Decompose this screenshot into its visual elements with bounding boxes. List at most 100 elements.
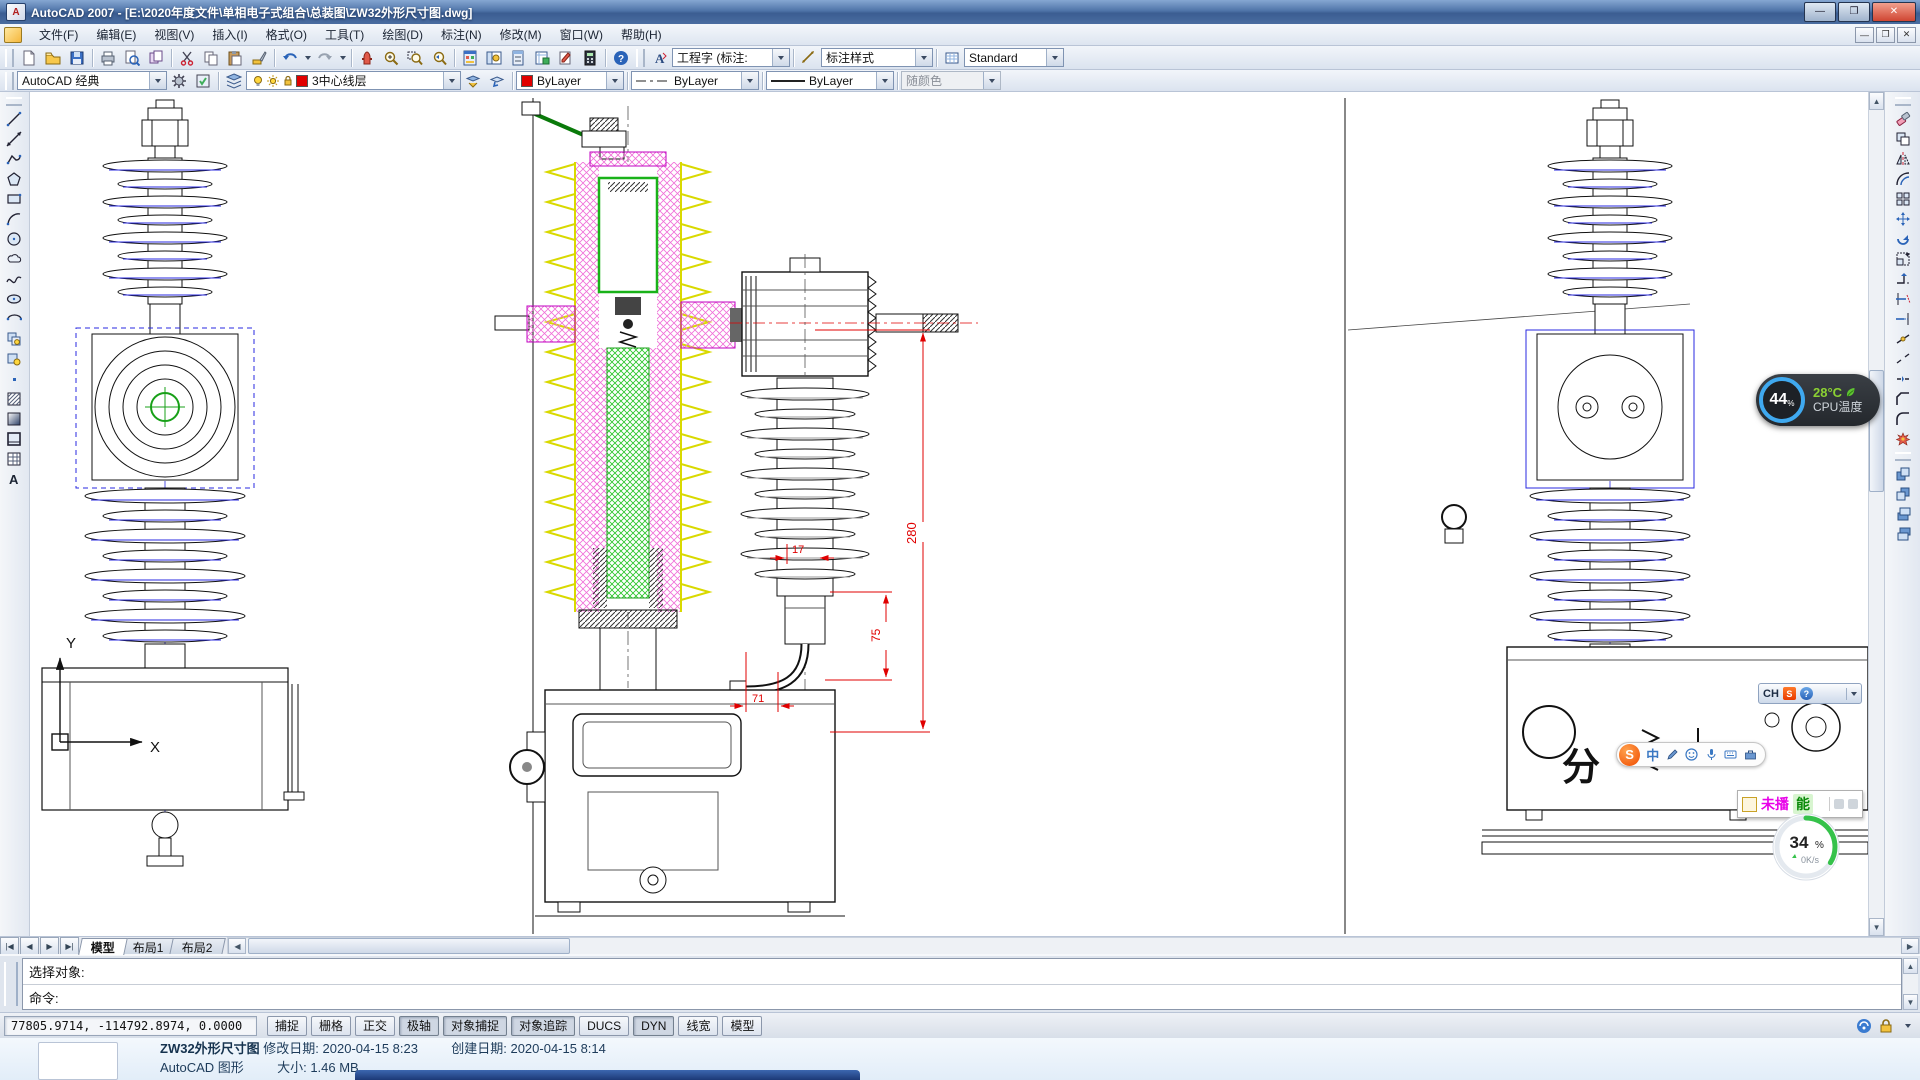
horizontal-scroll-thumb[interactable]	[248, 938, 570, 954]
chamfer-button[interactable]	[1891, 389, 1915, 409]
bring-to-front-button[interactable]	[1891, 464, 1915, 484]
menu-item-format[interactable]: 格式(O)	[257, 24, 316, 45]
horizontal-scrollbar[interactable]: ◀ ▶	[227, 937, 1920, 955]
match-properties-button[interactable]	[247, 46, 271, 69]
ducs-toggle[interactable]: DUCS	[579, 1016, 629, 1036]
send-under-objects-button[interactable]	[1891, 524, 1915, 544]
sogou-ime-toolbar[interactable]: S 中	[1616, 742, 1766, 767]
point-button[interactable]	[2, 369, 26, 389]
candidate-close-icon[interactable]	[1848, 799, 1858, 809]
tab-layout1[interactable]: 布局1	[120, 938, 176, 955]
windows-taskbar[interactable]	[355, 1070, 860, 1080]
polyline-button[interactable]	[2, 149, 26, 169]
ime-pen-icon[interactable]	[1665, 748, 1679, 762]
offset-button[interactable]	[1891, 169, 1915, 189]
ime-candidate-checkbox[interactable]	[1742, 797, 1757, 812]
dyn-toggle[interactable]: DYN	[633, 1016, 674, 1036]
scale-button[interactable]	[1891, 249, 1915, 269]
construction-line-button[interactable]	[2, 129, 26, 149]
mdi-minimize-button[interactable]: —	[1855, 27, 1874, 43]
toolbar-grip[interactable]	[636, 49, 645, 67]
grid-toggle[interactable]: 栅格	[311, 1016, 351, 1036]
circle-button[interactable]	[2, 229, 26, 249]
menu-item-help[interactable]: 帮助(H)	[612, 24, 671, 45]
mirror-button[interactable]	[1891, 149, 1915, 169]
menu-item-draw[interactable]: 绘图(D)	[373, 24, 432, 45]
ime-keyboard-icon[interactable]	[1724, 748, 1738, 762]
toolbar-grip[interactable]	[5, 72, 14, 90]
tab-prev-button[interactable]: ◀	[20, 937, 39, 955]
make-object-layer-current-icon[interactable]	[461, 69, 485, 92]
toolbar-grip[interactable]	[5, 49, 14, 67]
tab-layout2[interactable]: 布局2	[169, 938, 225, 955]
send-to-back-button[interactable]	[1891, 484, 1915, 504]
layer-freeze-sun-icon[interactable]	[266, 74, 279, 87]
ellipse-button[interactable]	[2, 289, 26, 309]
polygon-button[interactable]	[2, 169, 26, 189]
vertical-scrollbar[interactable]: ▲ ▼	[1868, 92, 1885, 936]
line-button[interactable]	[2, 109, 26, 129]
progress-gauge-widget[interactable]: 34 % 0K/s	[1769, 810, 1843, 884]
redo-button[interactable]	[313, 46, 337, 69]
command-scroll-up[interactable]: ▲	[1903, 958, 1918, 974]
erase-button[interactable]	[1891, 109, 1915, 129]
join-button[interactable]	[1891, 369, 1915, 389]
publish-button[interactable]	[144, 46, 168, 69]
close-button[interactable]: ✕	[1872, 2, 1916, 22]
layer-properties-manager-icon[interactable]	[222, 69, 246, 92]
drawing-canvas[interactable]: Y X	[30, 92, 1868, 936]
menu-item-dimension[interactable]: 标注(N)	[432, 24, 491, 45]
workspace-combo[interactable]: AutoCAD 经典	[17, 71, 167, 90]
copy-object-button[interactable]	[1891, 129, 1915, 149]
restore-button[interactable]: ❐	[1838, 2, 1870, 22]
fillet-button[interactable]	[1891, 409, 1915, 429]
multiline-text-button[interactable]: A	[2, 469, 26, 489]
undo-button[interactable]	[278, 46, 302, 69]
help-button[interactable]: ?	[609, 46, 633, 69]
tab-first-button[interactable]: |◀	[0, 937, 19, 955]
make-block-button[interactable]	[2, 349, 26, 369]
move-button[interactable]	[1891, 209, 1915, 229]
gradient-button[interactable]	[2, 409, 26, 429]
model-space-toggle[interactable]: 模型	[722, 1016, 762, 1036]
command-window-grip[interactable]	[4, 962, 18, 1006]
layer-previous-icon[interactable]	[485, 69, 509, 92]
zoom-window-button[interactable]	[403, 46, 427, 69]
menu-item-file[interactable]: 文件(F)	[30, 24, 87, 45]
properties-palette-button[interactable]	[458, 46, 482, 69]
sheetset-manager-button[interactable]	[530, 46, 554, 69]
snap-toggle[interactable]: 捕捉	[267, 1016, 307, 1036]
menu-item-insert[interactable]: 插入(I)	[203, 24, 256, 45]
ime-emoji-icon[interactable]	[1685, 748, 1699, 762]
ime-mic-icon[interactable]	[1704, 748, 1718, 762]
lineweight-combo[interactable]: ByLayer	[766, 71, 894, 90]
rotate-button[interactable]	[1891, 229, 1915, 249]
redo-dropdown[interactable]	[337, 47, 348, 68]
menu-item-modify[interactable]: 修改(M)	[491, 24, 551, 45]
otrack-toggle[interactable]: 对象追踪	[511, 1016, 575, 1036]
toolbar-grip[interactable]	[6, 97, 22, 106]
menu-item-window[interactable]: 窗口(W)	[551, 24, 612, 45]
tool-palettes-button[interactable]	[506, 46, 530, 69]
mdi-restore-button[interactable]: ❐	[1876, 27, 1895, 43]
undo-dropdown[interactable]	[302, 47, 313, 68]
text-style-combo[interactable]: 工程字 (标注:	[672, 48, 790, 67]
pan-realtime-button[interactable]	[355, 46, 379, 69]
layer-lock-icon[interactable]	[281, 74, 294, 87]
tab-last-button[interactable]: ▶|	[60, 937, 79, 955]
workspace-settings-icon[interactable]	[167, 69, 191, 92]
dwg-file-icon[interactable]	[4, 27, 22, 43]
break-button[interactable]	[1891, 349, 1915, 369]
save-file-button[interactable]	[65, 46, 89, 69]
toolbar-lock-icon[interactable]	[1878, 1018, 1894, 1034]
status-menu-arrow-icon[interactable]	[1900, 1018, 1916, 1034]
language-indicator[interactable]: CH	[1763, 688, 1779, 700]
menu-item-edit[interactable]: 编辑(E)	[87, 24, 145, 45]
scroll-right-button[interactable]: ▶	[1901, 938, 1919, 954]
hatch-button[interactable]	[2, 389, 26, 409]
markup-set-manager-button[interactable]	[554, 46, 578, 69]
ellipse-arc-button[interactable]	[2, 309, 26, 329]
minimize-button[interactable]: —	[1804, 2, 1836, 22]
scroll-left-button[interactable]: ◀	[228, 938, 246, 954]
revision-cloud-button[interactable]	[2, 249, 26, 269]
